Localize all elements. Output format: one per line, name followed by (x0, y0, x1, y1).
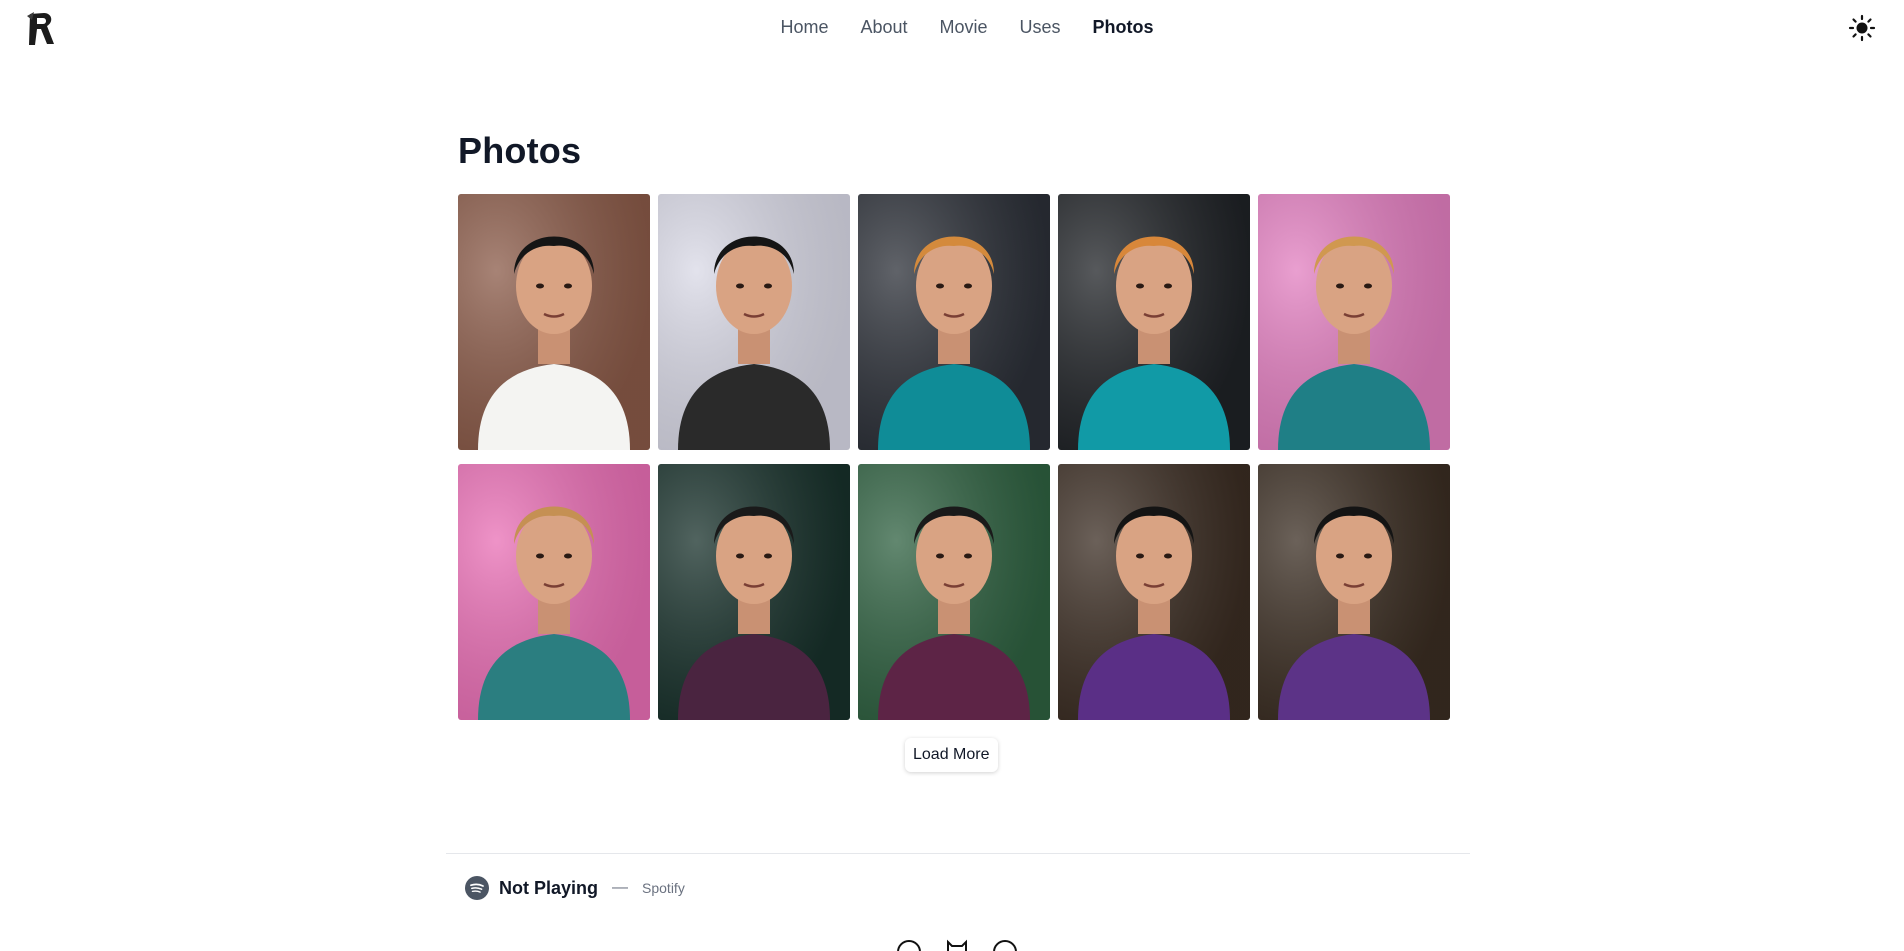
nav-uses[interactable]: Uses (1020, 17, 1061, 38)
photo-thumbnail[interactable] (1058, 464, 1250, 720)
now-playing-source: Spotify (642, 880, 685, 896)
photo-grid (458, 194, 1451, 720)
social-links (895, 938, 1019, 951)
photo-thumbnail[interactable] (858, 464, 1050, 720)
cat-icon[interactable] (943, 938, 971, 951)
github-icon[interactable] (895, 938, 923, 951)
mail-icon[interactable] (991, 938, 1019, 951)
nav-photos[interactable]: Photos (1093, 17, 1154, 38)
sun-icon[interactable] (1848, 14, 1876, 42)
nav-about[interactable]: About (860, 17, 907, 38)
photo-thumbnail[interactable] (658, 194, 850, 450)
photo-thumbnail[interactable] (458, 464, 650, 720)
now-playing-title: Not Playing (499, 877, 599, 898)
photo-thumbnail[interactable] (458, 194, 650, 450)
photo-thumbnail[interactable] (1258, 464, 1450, 720)
photos-section: Photos (458, 130, 1451, 720)
nav-links: Home About Movie Uses Photos (780, 17, 1153, 38)
page-title: Photos (458, 130, 582, 171)
now-playing-dash: — (612, 879, 629, 896)
nav-movie[interactable]: Movie (940, 17, 988, 38)
photo-thumbnail[interactable] (1058, 194, 1250, 450)
now-playing: Not Playing — Spotify (465, 876, 685, 900)
footer-divider (446, 853, 1470, 854)
photo-thumbnail[interactable] (858, 194, 1050, 450)
spotify-icon[interactable] (465, 876, 489, 900)
nav-home[interactable]: Home (780, 17, 828, 38)
load-more-button[interactable]: Load More (905, 738, 998, 772)
photo-thumbnail[interactable] (1258, 194, 1450, 450)
main-nav: Home About Movie Uses Photos (0, 0, 1904, 54)
photo-thumbnail[interactable] (658, 464, 850, 720)
